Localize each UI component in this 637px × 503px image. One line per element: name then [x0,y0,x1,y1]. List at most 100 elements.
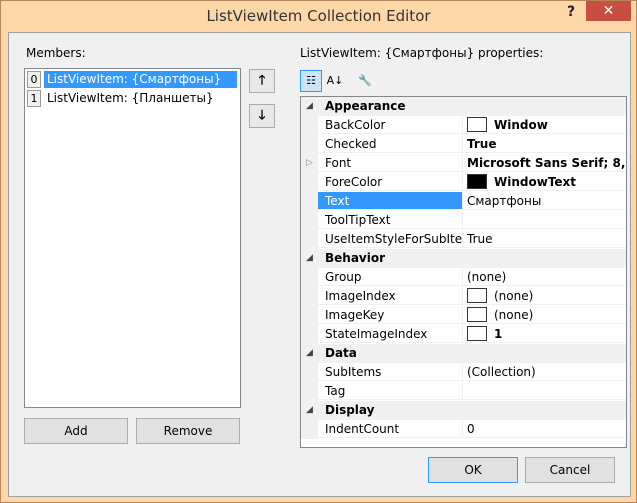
property-value[interactable] [463,211,626,229]
member-item[interactable]: 1 ListViewItem: {Планшеты} [27,90,239,107]
property-row[interactable]: StateImageIndex 1 [301,325,626,344]
property-name: Text [318,192,463,210]
move-up-button[interactable]: 🡑 [249,69,275,93]
color-swatch-icon [467,307,487,322]
color-swatch-icon [467,326,487,341]
arrow-down-icon: 🡓 [258,108,266,123]
property-value-text: True [467,232,493,246]
property-value-text: Смартфоны [467,194,542,208]
property-value-text: WindowText [494,175,577,189]
members-list[interactable]: 0 ListViewItem: {Смартфоны} 1 ListViewIt… [24,68,241,408]
row-gutter: ▷ [301,154,318,173]
dialog-client-area: Members: 0 ListViewItem: {Смартфоны} 1 L… [8,32,631,497]
alphabetical-button[interactable]: A↓ [324,70,346,92]
add-button[interactable]: Add [24,418,128,444]
property-row[interactable]: ToolTipText [301,211,626,230]
property-value[interactable]: Microsoft Sans Serif; 8,25pt [463,154,626,172]
category-row[interactable]: ◢ Appearance [301,97,626,116]
property-value-text: (none) [494,308,534,322]
row-gutter [301,287,318,306]
property-name: ImageIndex [318,287,463,305]
property-row[interactable]: Group (none) [301,268,626,287]
property-value[interactable]: WindowText [463,173,626,191]
category-name: Display [318,401,626,420]
category-name: Appearance [318,97,626,116]
property-row[interactable]: ImageKey (none) [301,306,626,325]
category-name: Behavior [318,249,626,268]
collapse-icon[interactable]: ◢ [306,249,313,268]
property-value[interactable]: (none) [463,287,626,305]
property-row[interactable]: UseItemStyleForSubItems True [301,230,626,249]
member-item[interactable]: 0 ListViewItem: {Смартфоны} [27,71,239,88]
row-gutter [301,420,318,439]
property-value-text: 1 [494,327,503,341]
property-row[interactable]: Text Смартфоны [301,192,626,211]
property-value[interactable]: (none) [463,306,626,324]
property-name: Group [318,268,463,286]
property-value[interactable] [463,382,626,400]
ok-button[interactable]: OK [428,457,518,483]
property-value[interactable]: 1 [463,325,626,343]
property-row[interactable]: BackColor Window [301,116,626,135]
categorized-button[interactable]: ☷ [300,70,322,92]
property-name: SubItems [318,363,463,381]
color-swatch-icon [467,174,487,189]
property-value[interactable]: True [463,230,626,248]
property-name: ToolTipText [318,211,463,229]
expand-icon[interactable]: ▷ [306,154,313,172]
property-name: Checked [318,135,463,153]
property-value[interactable]: Смартфоны [463,192,626,210]
property-value-text: 0 [467,422,475,436]
category-row[interactable]: ◢ Data [301,344,626,363]
category-row[interactable]: ◢ Display [301,401,626,420]
row-gutter [301,116,318,135]
collapse-icon[interactable]: ◢ [306,344,313,363]
property-name: IndentCount [318,420,463,438]
collection-editor-window: ListViewItem Collection Editor ? ✕ Membe… [0,0,637,503]
window-title: ListViewItem Collection Editor [206,7,431,25]
collapse-icon[interactable]: ◢ [306,401,313,420]
property-row[interactable]: IndentCount 0 [301,420,626,439]
row-gutter [301,173,318,192]
property-value[interactable]: 0 [463,420,626,438]
row-gutter [301,211,318,230]
property-value[interactable]: True [463,135,626,153]
wrench-icon: 🔧 [358,74,372,87]
members-label: Members: [26,46,86,60]
property-name: Tag [318,382,463,400]
property-row[interactable]: ▷ Font Microsoft Sans Serif; 8,25pt [301,154,626,173]
property-grid[interactable]: ◢ Appearance BackColor Window Checked True ▷ Fo… [300,96,627,448]
move-down-button[interactable]: 🡓 [249,104,275,128]
help-button[interactable]: ? [563,4,579,24]
cancel-button[interactable]: Cancel [525,457,615,483]
property-pages-button[interactable]: 🔧 [354,70,376,92]
property-value[interactable]: (none) [463,268,626,286]
row-gutter: ◢ [301,249,318,268]
row-gutter [301,192,318,211]
member-index: 1 [27,90,41,107]
row-gutter [301,363,318,382]
remove-button[interactable]: Remove [136,418,240,444]
property-name: ImageKey [318,306,463,324]
title-bar[interactable]: ListViewItem Collection Editor ? ✕ [1,1,636,33]
property-row[interactable]: Tag [301,382,626,401]
color-swatch-icon [467,117,487,132]
row-gutter [301,325,318,344]
property-row[interactable]: SubItems (Collection) [301,363,626,382]
alphabetical-icon: A↓ [326,74,344,87]
close-button[interactable]: ✕ [586,1,631,21]
properties-label: ListViewItem: {Смартфоны} properties: [300,46,544,60]
category-row[interactable]: ◢ Behavior [301,249,626,268]
arrow-up-icon: 🡑 [258,73,266,88]
property-name: Font [318,154,463,172]
property-row[interactable]: ForeColor WindowText [301,173,626,192]
property-value[interactable]: (Collection) [463,363,626,381]
row-gutter: ◢ [301,344,318,363]
property-row[interactable]: Checked True [301,135,626,154]
row-gutter: ◢ [301,97,318,116]
collapse-icon[interactable]: ◢ [306,97,313,116]
property-row[interactable]: ImageIndex (none) [301,287,626,306]
categorized-icon: ☷ [306,74,316,87]
color-swatch-icon [467,288,487,303]
property-value[interactable]: Window [463,116,626,134]
